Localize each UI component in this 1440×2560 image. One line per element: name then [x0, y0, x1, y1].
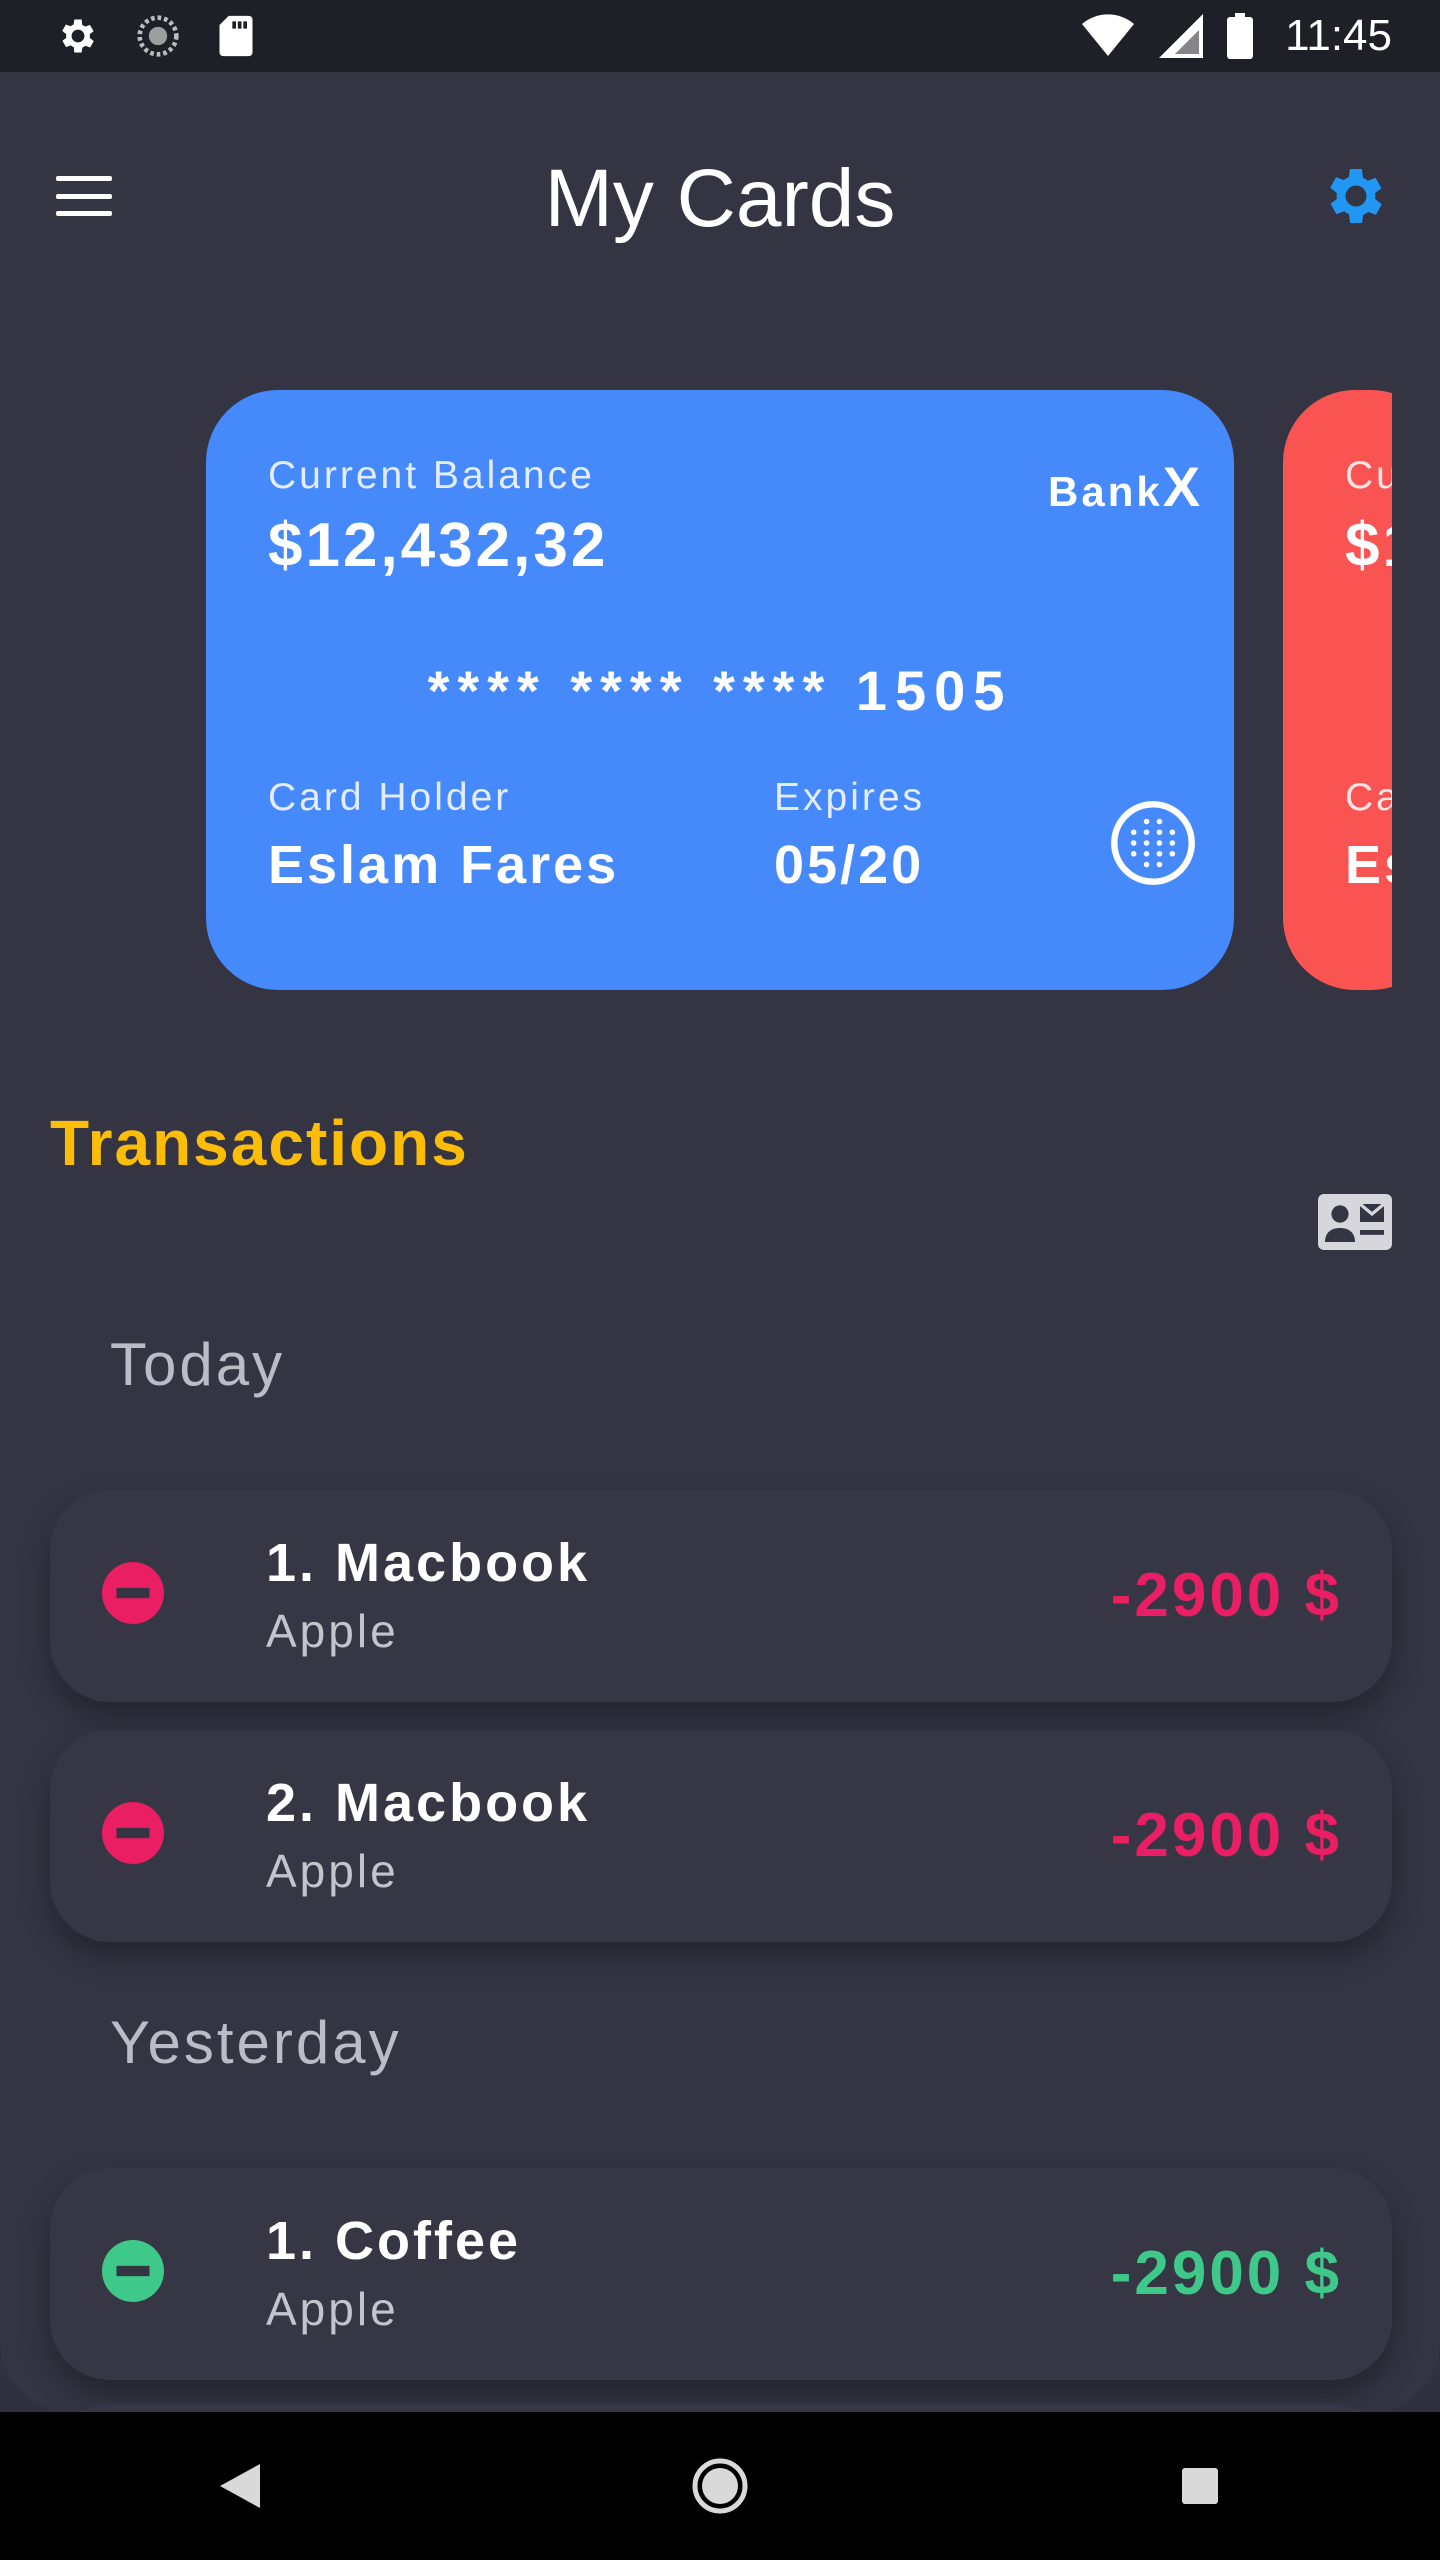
home-circle-icon[interactable] — [675, 2441, 765, 2531]
transaction-amount: -2900 $ — [1110, 1801, 1342, 1870]
status-right-icons: 11:45 — [1081, 11, 1392, 61]
expires-label: Expires — [774, 776, 926, 819]
transaction-merchant: Apple — [266, 2283, 399, 2335]
transaction-row[interactable]: 2. Macbook Apple -2900 $ — [50, 1730, 1392, 1942]
transaction-row[interactable]: 1. Coffee Apple -2900 $ — [50, 2168, 1392, 2380]
status-left-icons — [56, 14, 256, 58]
card-holder-label: Card Holder — [268, 776, 512, 819]
minus-circle-icon — [102, 1802, 164, 1864]
gear-icon[interactable] — [1320, 160, 1392, 232]
expires-value: 05/20 — [774, 835, 925, 895]
bank-logo: BankX — [1048, 454, 1200, 519]
transaction-row-partial[interactable] — [50, 2404, 1392, 2412]
transaction-merchant: Apple — [266, 1605, 399, 1657]
minus-circle-icon — [102, 2240, 164, 2302]
cards-carousel[interactable]: Current Balance $12,432,32 BankX **** **… — [0, 390, 1440, 990]
app-surface: My Cards Current Balance $12,432,32 Bank… — [0, 72, 1440, 2412]
day-header-yesterday: Yesterday — [110, 2009, 402, 2076]
system-nav-bar — [0, 2412, 1440, 2560]
day-header-today: Today — [110, 1331, 286, 1398]
header: My Cards — [0, 72, 1440, 312]
bank-mark: X — [1162, 455, 1201, 518]
back-triangle-icon[interactable] — [195, 2441, 285, 2531]
settings-icon — [62, 19, 94, 53]
cell-signal-icon — [1159, 14, 1204, 58]
transaction-name: 1. Coffee — [266, 2211, 522, 2271]
balance-label: Current Balance — [268, 454, 595, 497]
wifi-icon — [1082, 14, 1135, 57]
card-holder-name: Eslam Fares — [268, 835, 620, 895]
bank-name: Bank — [1048, 468, 1163, 515]
balance-value: $12,432,32 — [268, 511, 609, 580]
transaction-name: 1. Macbook — [266, 1533, 591, 1593]
status-time: 11:45 — [1285, 11, 1392, 60]
transactions-title: Transactions — [50, 1107, 469, 1179]
sync-icon — [137, 15, 179, 57]
carousel-clip — [1392, 390, 1440, 990]
transaction-merchant: Apple — [266, 1845, 399, 1897]
transaction-amount: -2900 $ — [1110, 2239, 1342, 2308]
status-bar: 11:45 — [0, 0, 1440, 72]
contactless-icon — [1111, 801, 1195, 885]
recents-square-icon[interactable] — [1155, 2441, 1245, 2531]
transaction-row[interactable]: 1. Macbook Apple -2900 $ — [50, 1490, 1392, 1702]
page-title: My Cards — [544, 153, 896, 244]
card-blue[interactable]: Current Balance $12,432,32 BankX **** **… — [206, 390, 1234, 990]
sd-card-icon — [219, 15, 253, 57]
card-number: **** **** **** 1505 — [427, 659, 1013, 722]
battery-icon — [1227, 13, 1254, 59]
transaction-amount: -2900 $ — [1110, 1561, 1342, 1630]
contact-card-icon[interactable] — [1318, 1194, 1392, 1250]
transaction-name: 2. Macbook — [266, 1773, 591, 1833]
minus-circle-icon — [102, 1562, 164, 1624]
